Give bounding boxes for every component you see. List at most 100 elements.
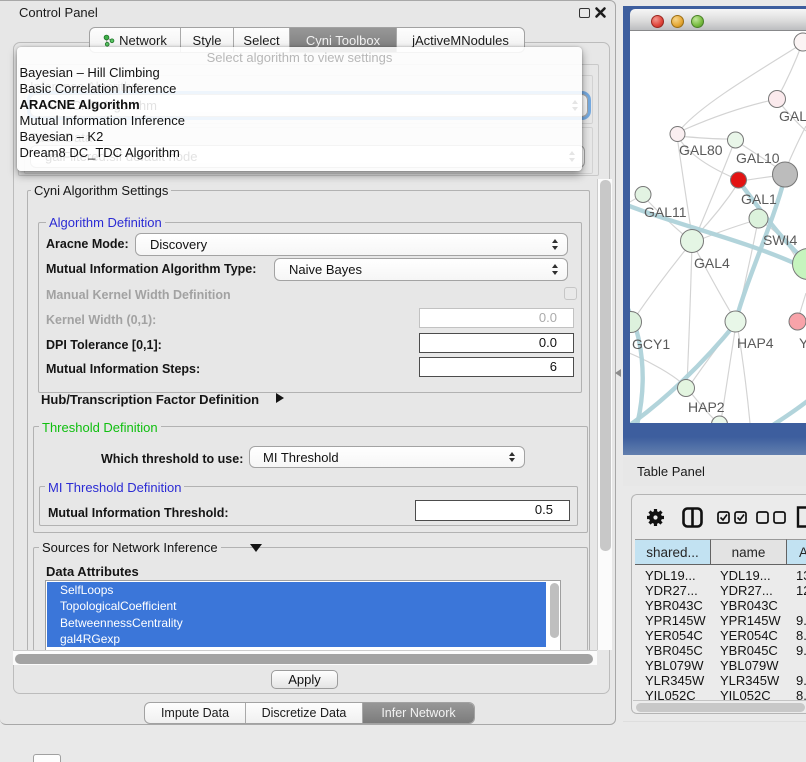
mi-algorithm-type-combobox[interactable]: Naive Bayes: [274, 258, 568, 281]
table-column-header[interactable]: name: [711, 539, 787, 565]
tab-infer-network[interactable]: Infer Network: [363, 703, 474, 723]
settings-vertical-scrollbar-thumb[interactable]: [600, 180, 611, 551]
table-cell[interactable]: YPR145W: [645, 613, 706, 628]
aracne-mode-combobox[interactable]: Discovery: [135, 233, 568, 256]
combo-arrows-icon: [543, 239, 567, 250]
attribute-row[interactable]: gal4RGexp: [47, 631, 546, 647]
table-cell[interactable]: YBR045C: [720, 643, 778, 658]
table-column-header[interactable]: shared...: [635, 539, 711, 565]
dropdown-item[interactable]: Bayesian – Hill Climbing: [17, 65, 568, 81]
network-node[interactable]: [678, 380, 695, 397]
expander-arrow-icon[interactable]: [276, 393, 284, 403]
apply-button[interactable]: Apply: [271, 670, 338, 689]
table-cell[interactable]: YDL19...: [645, 568, 696, 583]
kernel-width-field[interactable]: 0.0: [419, 308, 574, 328]
panel-inset-line: [623, 721, 806, 722]
cyni-bottom-tab-bar: Impute Data Discretize Data Infer Networ…: [144, 702, 475, 724]
network-node[interactable]: [681, 230, 704, 253]
network-node-label: SWI4: [763, 232, 797, 248]
table-column-header[interactable]: A: [787, 539, 806, 565]
network-node[interactable]: [749, 209, 768, 228]
table-cell[interactable]: YBL079W: [645, 658, 704, 673]
network-node[interactable]: [635, 187, 651, 203]
network-node[interactable]: [789, 313, 806, 330]
close-traffic-light[interactable]: [651, 15, 664, 28]
split-column-icon[interactable]: [682, 507, 703, 528]
table-cell[interactable]: 9.: [796, 613, 806, 628]
attribute-row[interactable]: TopologicalCoefficient: [47, 598, 546, 614]
tab-impute-data[interactable]: Impute Data: [145, 703, 246, 723]
network-window-titlebar[interactable]: [630, 9, 806, 31]
unchecked-columns-icon[interactable]: [756, 511, 787, 524]
table-cell[interactable]: YLR345W: [645, 673, 704, 688]
kernel-width-label: Kernel Width (0,1):: [46, 313, 156, 327]
close-icon[interactable]: [594, 6, 607, 19]
network-node-label: HAP2: [688, 399, 725, 415]
network-node[interactable]: [731, 172, 747, 188]
manual-kernel-width-checkbox[interactable]: [564, 287, 577, 300]
dpi-tolerance-field[interactable]: 0.0: [419, 333, 574, 353]
manual-kernel-width-label: Manual Kernel Width Definition: [46, 288, 231, 302]
table-cell[interactable]: 9.: [796, 673, 806, 688]
network-node[interactable]: [725, 311, 746, 332]
dropdown-item[interactable]: ARACNE Algorithm: [17, 97, 568, 113]
network-canvas[interactable]: GAL2GAL80GAL10GAL1GAL11SWI4GAL4GCY1HAP4Y…: [630, 31, 806, 423]
network-view-window: GAL2GAL80GAL10GAL1GAL11SWI4GAL4GCY1HAP4Y…: [623, 6, 806, 455]
algorithm-definition-title: Algorithm Definition: [46, 215, 165, 230]
network-node[interactable]: [670, 127, 685, 142]
minimize-traffic-light[interactable]: [671, 15, 684, 28]
dropdown-item[interactable]: Basic Correlation Inference: [17, 81, 568, 97]
dropdown-item[interactable]: Bayesian – K2: [17, 129, 568, 145]
document-icon[interactable]: [796, 506, 806, 528]
table-cell[interactable]: YER054C: [645, 628, 703, 643]
control-panel-title: Control Panel: [19, 5, 98, 20]
checked-columns-icon[interactable]: [717, 511, 748, 524]
table-cell[interactable]: 8.: [796, 628, 806, 643]
table-cell[interactable]: YDR27...: [720, 583, 773, 598]
network-edge: [770, 399, 806, 423]
table-horizontal-scrollbar-thumb[interactable]: [636, 703, 805, 712]
network-edge: [777, 44, 802, 99]
hub-expander-label: Hub/Transcription Factor Definition: [41, 392, 259, 407]
dropdown-item[interactable]: Mutual Information Inference: [17, 113, 568, 129]
network-node[interactable]: [769, 91, 786, 108]
mi-threshold-field[interactable]: 0.5: [415, 500, 570, 521]
network-node-label: HAP4: [737, 335, 774, 351]
network-node-label: Y: [799, 335, 806, 351]
dropdown-item[interactable]: Dream8 DC_TDC Algorithm: [17, 145, 568, 161]
list-vertical-scrollbar-thumb[interactable]: [550, 583, 559, 638]
settings-horizontal-scrollbar-thumb[interactable]: [15, 654, 593, 664]
float-window-icon[interactable]: [579, 8, 590, 18]
table-cell[interactable]: YBR043C: [720, 598, 778, 613]
network-node[interactable]: [794, 33, 806, 51]
table-cell[interactable]: 9.: [796, 643, 806, 658]
table-cell[interactable]: YDR27...: [645, 583, 698, 598]
settings-horizontal-scrollbar[interactable]: [13, 650, 597, 665]
mi-steps-field[interactable]: 6: [419, 357, 574, 377]
mi-steps-label: Mutual Information Steps:: [46, 362, 200, 376]
attribute-row[interactable]: SelfLoops: [47, 582, 546, 598]
table-cell[interactable]: YPR145W: [720, 613, 781, 628]
table-cell[interactable]: YBR043C: [645, 598, 703, 613]
gear-icon[interactable]: [646, 508, 665, 527]
table-cell[interactable]: YBR045C: [645, 643, 703, 658]
which-threshold-combobox[interactable]: MI Threshold: [249, 446, 525, 468]
table-horizontal-scrollbar[interactable]: [633, 700, 806, 712]
data-attributes-list[interactable]: SelfLoopsTopologicalCoefficientBetweenne…: [45, 580, 561, 651]
network-node[interactable]: [630, 312, 642, 333]
table-cell[interactable]: YLR345W: [720, 673, 779, 688]
collapse-arrow-icon[interactable]: [250, 544, 262, 552]
network-node[interactable]: [712, 416, 728, 423]
settings-vertical-scrollbar[interactable]: [597, 179, 612, 650]
table-cell[interactable]: YDL19...: [720, 568, 771, 583]
network-node-label: GAL1: [741, 191, 777, 207]
tab-discretize-data[interactable]: Discretize Data: [246, 703, 363, 723]
split-pane-grip[interactable]: [615, 369, 621, 377]
table-cell[interactable]: YBL079W: [720, 658, 779, 673]
attribute-row[interactable]: BetweennessCentrality: [47, 615, 546, 631]
table-cell[interactable]: YER054C: [720, 628, 778, 643]
zoom-traffic-light[interactable]: [691, 15, 704, 28]
table-cell[interactable]: 13: [796, 568, 806, 583]
network-node[interactable]: [728, 132, 744, 148]
table-cell[interactable]: 12: [796, 583, 806, 598]
